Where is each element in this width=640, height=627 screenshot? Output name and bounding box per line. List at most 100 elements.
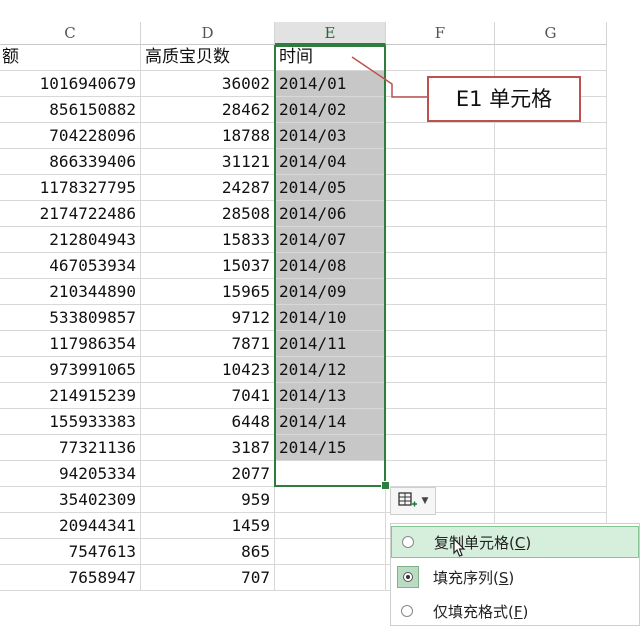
cell-d6[interactable]: 24287 [141, 175, 275, 201]
cell-c9[interactable]: 467053934 [0, 253, 141, 279]
cell-d2[interactable]: 36002 [141, 71, 275, 97]
cell-d14[interactable]: 7041 [141, 383, 275, 409]
cell-f5[interactable] [386, 149, 495, 175]
radio-copy-cells[interactable] [402, 536, 414, 548]
cell-e1[interactable]: 时间 [275, 45, 386, 71]
cell-g17[interactable] [495, 461, 607, 487]
cell-f16[interactable] [386, 435, 495, 461]
cell-g9[interactable] [495, 253, 607, 279]
cell-c2[interactable]: 1016940679 [0, 71, 141, 97]
column-header-f[interactable]: F [386, 22, 495, 45]
cell-d21[interactable]: 707 [141, 565, 275, 591]
cell-g14[interactable] [495, 383, 607, 409]
cell-g15[interactable] [495, 409, 607, 435]
column-header-c[interactable]: C [0, 22, 141, 45]
cell-c14[interactable]: 214915239 [0, 383, 141, 409]
cell-d18[interactable]: 959 [141, 487, 275, 513]
cell-f7[interactable] [386, 201, 495, 227]
cell-c20[interactable]: 7547613 [0, 539, 141, 565]
cell-e17[interactable] [275, 461, 386, 487]
cell-c13[interactable]: 973991065 [0, 357, 141, 383]
cell-g7[interactable] [495, 201, 607, 227]
cell-d11[interactable]: 9712 [141, 305, 275, 331]
column-header-d[interactable]: D [141, 22, 275, 45]
cell-c16[interactable]: 77321136 [0, 435, 141, 461]
cell-c8[interactable]: 212804943 [0, 227, 141, 253]
cell-d13[interactable]: 10423 [141, 357, 275, 383]
cell-f9[interactable] [386, 253, 495, 279]
menu-item-fill-series[interactable]: 填充序列(S) [391, 561, 639, 593]
cell-d20[interactable]: 865 [141, 539, 275, 565]
cell-f12[interactable] [386, 331, 495, 357]
cell-d8[interactable]: 15833 [141, 227, 275, 253]
cell-g16[interactable] [495, 435, 607, 461]
cell-c6[interactable]: 1178327795 [0, 175, 141, 201]
cell-g1[interactable] [495, 45, 607, 71]
cell-c12[interactable]: 117986354 [0, 331, 141, 357]
cell-e5[interactable]: 2014/04 [275, 149, 386, 175]
cell-c19[interactable]: 20944341 [0, 513, 141, 539]
cell-e20[interactable] [275, 539, 386, 565]
fill-handle[interactable] [381, 481, 390, 490]
cell-d19[interactable]: 1459 [141, 513, 275, 539]
radio-fill-series-selected[interactable] [397, 566, 419, 588]
cell-e10[interactable]: 2014/09 [275, 279, 386, 305]
cell-f8[interactable] [386, 227, 495, 253]
menu-item-fill-formatting-only[interactable]: 仅填充格式(F) [391, 595, 639, 627]
column-header-g[interactable]: G [495, 22, 607, 45]
cell-e11[interactable]: 2014/10 [275, 305, 386, 331]
cell-d4[interactable]: 18788 [141, 123, 275, 149]
cell-f1[interactable] [386, 45, 495, 71]
autofill-options-button[interactable]: ▼ [390, 487, 436, 515]
cell-e18[interactable] [275, 487, 386, 513]
cell-c18[interactable]: 35402309 [0, 487, 141, 513]
cell-c1[interactable]: 额 [0, 45, 141, 71]
column-header-e[interactable]: E [275, 22, 386, 45]
cell-g11[interactable] [495, 305, 607, 331]
cell-e4[interactable]: 2014/03 [275, 123, 386, 149]
cell-e6[interactable]: 2014/05 [275, 175, 386, 201]
cell-d12[interactable]: 7871 [141, 331, 275, 357]
cell-e7[interactable]: 2014/06 [275, 201, 386, 227]
cell-g8[interactable] [495, 227, 607, 253]
cell-e16[interactable]: 2014/15 [275, 435, 386, 461]
cell-g10[interactable] [495, 279, 607, 305]
cell-e14[interactable]: 2014/13 [275, 383, 386, 409]
cell-g12[interactable] [495, 331, 607, 357]
cell-f4[interactable] [386, 123, 495, 149]
cell-c5[interactable]: 866339406 [0, 149, 141, 175]
cell-g4[interactable] [495, 123, 607, 149]
cell-d17[interactable]: 2077 [141, 461, 275, 487]
cell-d10[interactable]: 15965 [141, 279, 275, 305]
cell-c10[interactable]: 210344890 [0, 279, 141, 305]
cell-e21[interactable] [275, 565, 386, 591]
cell-c15[interactable]: 155933383 [0, 409, 141, 435]
cell-f13[interactable] [386, 357, 495, 383]
cell-c11[interactable]: 533809857 [0, 305, 141, 331]
cell-f10[interactable] [386, 279, 495, 305]
cell-e15[interactable]: 2014/14 [275, 409, 386, 435]
cell-f17[interactable] [386, 461, 495, 487]
cell-f6[interactable] [386, 175, 495, 201]
cell-c4[interactable]: 704228096 [0, 123, 141, 149]
cell-d16[interactable]: 3187 [141, 435, 275, 461]
cell-c17[interactable]: 94205334 [0, 461, 141, 487]
cell-g5[interactable] [495, 149, 607, 175]
cell-d7[interactable]: 28508 [141, 201, 275, 227]
cell-d5[interactable]: 31121 [141, 149, 275, 175]
cell-e3[interactable]: 2014/02 [275, 97, 386, 123]
cell-c21[interactable]: 7658947 [0, 565, 141, 591]
cell-d3[interactable]: 28462 [141, 97, 275, 123]
cell-g6[interactable] [495, 175, 607, 201]
cell-d1[interactable]: 高质宝贝数 [141, 45, 275, 71]
cell-g13[interactable] [495, 357, 607, 383]
menu-item-copy-cells[interactable]: 复制单元格(C) [391, 526, 639, 558]
radio-fill-formatting-only[interactable] [401, 605, 413, 617]
cell-d15[interactable]: 6448 [141, 409, 275, 435]
cell-g18[interactable] [495, 487, 607, 513]
cell-e2[interactable]: 2014/01 [275, 71, 386, 97]
cell-c7[interactable]: 2174722486 [0, 201, 141, 227]
cell-e19[interactable] [275, 513, 386, 539]
cell-e9[interactable]: 2014/08 [275, 253, 386, 279]
cell-e8[interactable]: 2014/07 [275, 227, 386, 253]
